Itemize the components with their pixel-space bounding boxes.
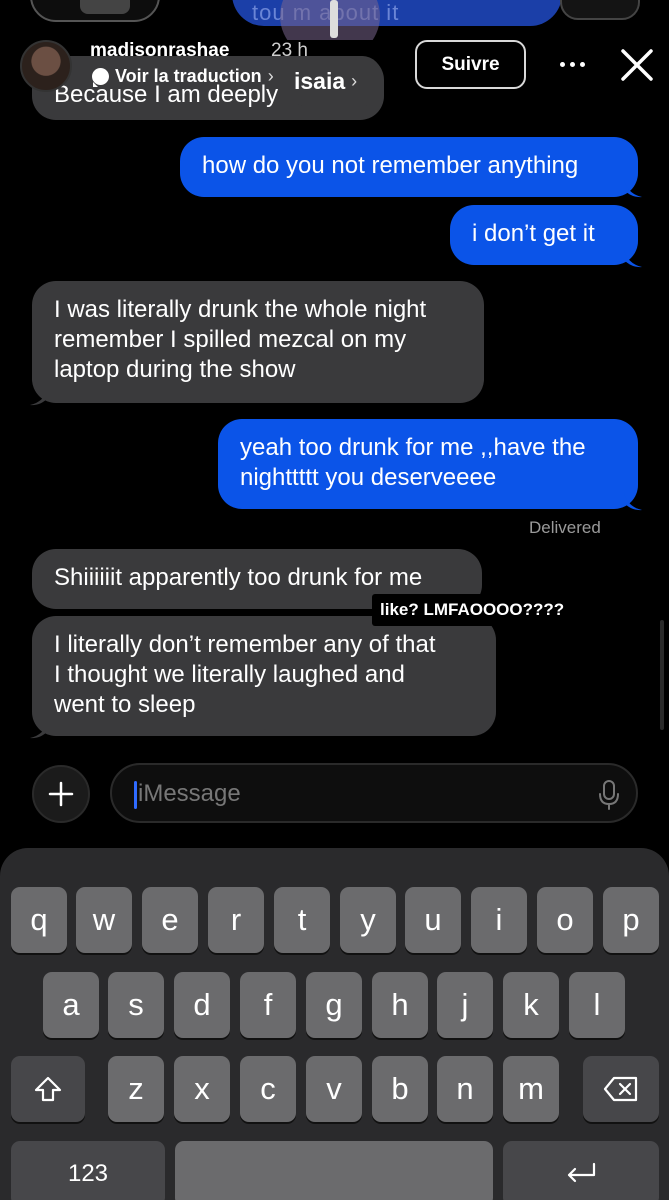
key-y[interactable]: y bbox=[340, 887, 396, 953]
key-d[interactable]: d bbox=[174, 972, 230, 1038]
story-text-sticker: like? LMFAOOOO???? bbox=[372, 594, 573, 626]
message-line: yeah too drunk for me ,,have the bbox=[240, 434, 586, 461]
key-c[interactable]: c bbox=[240, 1056, 296, 1122]
scroll-indicator bbox=[660, 620, 664, 730]
message-input[interactable]: iMessage bbox=[110, 763, 638, 823]
key-a[interactable]: a bbox=[43, 972, 99, 1038]
ghost-video-icon bbox=[560, 0, 640, 20]
message-line: I thought we literally laughed and bbox=[54, 661, 405, 688]
translate-link[interactable]: Voir la traduction › bbox=[92, 66, 274, 87]
bubble-tail bbox=[624, 493, 642, 511]
key-j[interactable]: j bbox=[437, 972, 493, 1038]
key-g[interactable]: g bbox=[306, 972, 362, 1038]
text-caret bbox=[134, 781, 137, 809]
message-bubble-incoming: I literally don’t remember any of that I… bbox=[32, 616, 496, 736]
backspace-icon bbox=[603, 1076, 638, 1102]
story-header: madisonrashae 23 h Voir la traduction › … bbox=[0, 36, 669, 126]
message-line: nighttttt you deserveeee bbox=[240, 464, 497, 491]
key-b[interactable]: b bbox=[372, 1056, 428, 1122]
bubble-tail bbox=[624, 180, 642, 198]
message-bubble-outgoing: yeah too drunk for me ,,have the nighttt… bbox=[218, 419, 638, 509]
bubble-tail bbox=[30, 721, 48, 739]
return-key[interactable] bbox=[503, 1141, 659, 1200]
shift-key[interactable] bbox=[11, 1056, 85, 1122]
translate-label: Voir la traduction bbox=[115, 66, 262, 86]
microphone-icon[interactable] bbox=[598, 779, 620, 811]
key-m[interactable]: m bbox=[503, 1056, 559, 1122]
key-i[interactable]: i bbox=[471, 887, 527, 953]
message-input-placeholder: iMessage bbox=[138, 780, 241, 807]
username[interactable]: madisonrashae bbox=[90, 40, 229, 62]
bubble-tail bbox=[624, 250, 642, 268]
key-w[interactable]: w bbox=[76, 887, 132, 953]
message-line: remember I spilled mezcal on my bbox=[54, 326, 407, 353]
message-bubble-incoming: I was literally drunk the whole night re… bbox=[32, 281, 484, 403]
message-text: i don’t get it bbox=[472, 220, 595, 247]
previous-story-remnant: tou m about it bbox=[0, 0, 669, 40]
numbers-key[interactable]: 123 bbox=[11, 1141, 165, 1200]
message-line: laptop during the show bbox=[54, 356, 296, 383]
message-text: Shiiiiiit apparently too drunk for me bbox=[54, 564, 423, 591]
key-x[interactable]: x bbox=[174, 1056, 230, 1122]
post-time: 23 h bbox=[271, 40, 308, 61]
more-options-icon[interactable] bbox=[555, 52, 589, 76]
key-e[interactable]: e bbox=[142, 887, 198, 953]
message-line: I literally don’t remember any of that bbox=[54, 631, 436, 658]
avatar[interactable] bbox=[20, 40, 72, 92]
key-n[interactable]: n bbox=[437, 1056, 493, 1122]
follow-button[interactable]: Suivre bbox=[415, 40, 526, 89]
key-q[interactable]: q bbox=[11, 887, 67, 953]
return-icon bbox=[567, 1162, 596, 1183]
delivered-status: Delivered bbox=[529, 518, 601, 537]
key-z[interactable]: z bbox=[108, 1056, 164, 1122]
key-f[interactable]: f bbox=[240, 972, 296, 1038]
plus-icon bbox=[48, 781, 74, 807]
chevron-right-icon: › bbox=[267, 66, 274, 86]
add-attachment-button[interactable] bbox=[32, 765, 90, 823]
key-l[interactable]: l bbox=[569, 972, 625, 1038]
key-h[interactable]: h bbox=[372, 972, 428, 1038]
space-key[interactable] bbox=[175, 1141, 493, 1200]
message-line: went to sleep bbox=[54, 691, 196, 718]
translate-bubble-icon bbox=[92, 68, 109, 87]
shift-icon bbox=[34, 1076, 62, 1102]
delete-key[interactable] bbox=[583, 1056, 659, 1122]
ghost-bar bbox=[330, 0, 338, 38]
key-v[interactable]: v bbox=[306, 1056, 362, 1122]
key-k[interactable]: k bbox=[503, 972, 559, 1038]
key-u[interactable]: u bbox=[405, 887, 461, 953]
close-icon[interactable] bbox=[618, 46, 656, 84]
key-s[interactable]: s bbox=[108, 972, 164, 1038]
ghost-badge bbox=[80, 0, 130, 14]
key-r[interactable]: r bbox=[208, 887, 264, 953]
key-o[interactable]: o bbox=[537, 887, 593, 953]
key-p[interactable]: p bbox=[603, 887, 659, 953]
message-bubble-outgoing: i don’t get it bbox=[450, 205, 638, 265]
message-bubble-outgoing: how do you not remember anything bbox=[180, 137, 638, 197]
on-screen-keyboard: q w e r t y u i o p a s d f g h j k l z … bbox=[0, 848, 669, 1200]
message-text: how do you not remember anything bbox=[202, 152, 579, 179]
key-t[interactable]: t bbox=[274, 887, 330, 953]
message-line: I was literally drunk the whole night bbox=[54, 296, 427, 323]
bubble-tail bbox=[30, 388, 48, 406]
